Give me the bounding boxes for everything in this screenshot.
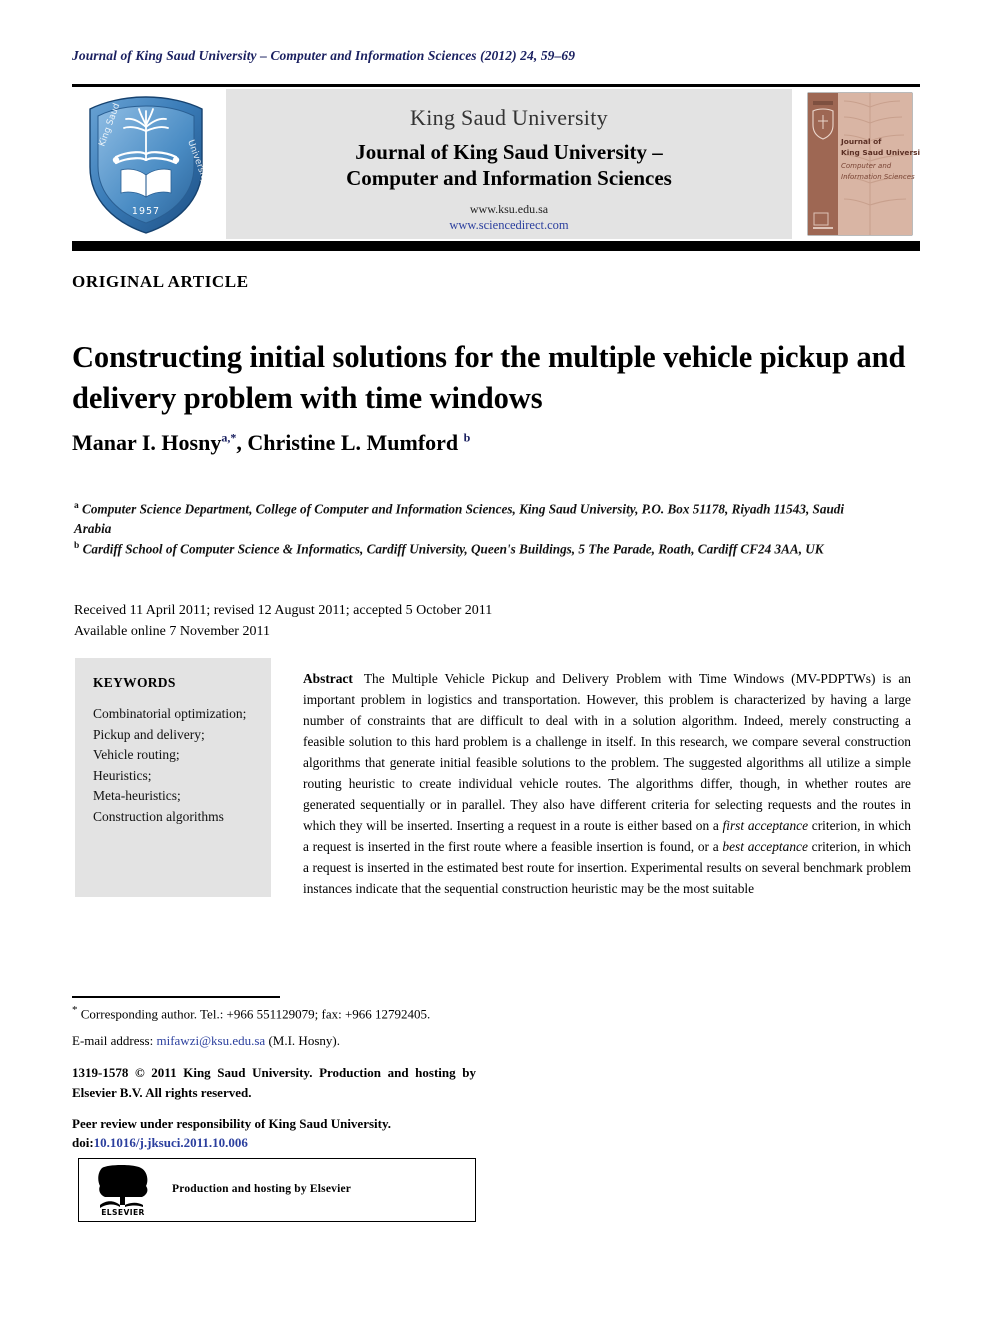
page-title: Constructing initial solutions for the m… [72,340,906,415]
affiliation-mark: b [74,540,80,551]
journal-cover-image: Journal of King Saud University – Comput… [807,92,935,236]
abstract-emphasis-first-acceptance: first acceptance [722,817,809,833]
author-email-link[interactable]: mifawzi@ksu.edu.sa [156,1033,265,1048]
peer-review-note: Peer review under responsibility of King… [72,1115,492,1153]
running-head: Journal of King Saud University – Comput… [72,48,576,63]
affiliation-mark: a [74,501,79,511]
svg-text:1957: 1957 [132,206,160,217]
king-saud-university-shield-icon: King Saud University 1957 [89,96,210,234]
email-owner: (M.I. Hosny). [268,1033,340,1048]
received-revised-accepted-line: Received 11 April 2011; revised 12 Augus… [74,603,493,618]
affiliations: a Computer Science Department, College o… [74,499,864,559]
elsevier-wordmark: ELSEVIER [101,1208,145,1216]
masthead-bottom-rule [72,241,920,251]
issn-copyright-line: 1319-1578 © 2011 King Saud University. P… [72,1065,476,1100]
abstract-emphasis-best-acceptance: best acceptance [722,838,808,854]
elsevier-production-caption: Production and hosting by Elsevier [172,1183,352,1195]
author-separator: , [236,430,248,455]
corresponding-author-mark: * [72,1004,78,1016]
author-affiliation-marks[interactable]: b [464,431,471,445]
doi-line: doi:10.1016/j.jksuci.2011.10.006 [72,1134,492,1153]
author-name: Manar I. Hosny [72,430,222,455]
footnote-separator-rule [72,996,280,998]
keyword-item: Heuristics; [93,767,152,783]
author-list: Manar I. Hosnya,*, Christine L. Mumford … [72,430,922,456]
affiliation-item: a Computer Science Department, College o… [74,499,864,539]
masthead-top-rule [72,84,920,87]
banner-university-name: King Saud University [410,105,608,130]
abstract: Abstract The Multiple Vehicle Pickup and … [303,669,911,900]
elsevier-tree-logo-icon: ELSEVIER [98,1165,148,1216]
keyword-item: Combinatorial optimization; [93,706,247,721]
corresponding-author-text: Corresponding author. Tel.: +966 5511290… [80,1006,431,1022]
banner-journal-title-line1: Journal of King Saud University – [355,140,663,164]
ksu-logo-container: King Saud University 1957 [72,89,220,239]
affiliation-item: b Cardiff School of Computer Science & I… [74,539,864,559]
keyword-item: Vehicle routing; [93,747,180,763]
banner-journal-title: Journal of King Saud University – Comput… [226,140,792,191]
keywords-panel: KEYWORDS Combinatorial optimization; Pic… [75,658,271,897]
author-affiliation-marks[interactable]: a,* [221,431,236,445]
abstract-label: Abstract [303,671,353,686]
keyword-item: Construction algorithms [93,808,224,824]
keyword-item: Meta-heuristics; [93,788,181,804]
article-first-page: Journal of King Saud University – Comput… [0,0,992,1323]
journal-banner: King Saud University Journal of King Sau… [226,89,792,239]
article-type-label: ORIGINAL ARTICLE [72,272,249,291]
keywords-heading: KEYWORDS [93,675,176,690]
sciencedirect-url[interactable]: www.sciencedirect.com [226,218,792,233]
banner-journal-title-line2: Computer and Information Sciences [346,165,672,190]
affiliation-text: Cardiff School of Computer Science & Inf… [82,541,824,557]
svg-text:Information Sciences: Information Sciences [841,173,915,181]
email-label: E-mail address: [72,1033,154,1048]
ksu-website-url[interactable]: www.ksu.edu.sa [226,202,792,217]
abstract-part-1: The Multiple Vehicle Pickup and Delivery… [303,671,911,833]
elsevier-production-box: ELSEVIER Production and hosting by Elsev… [78,1158,476,1222]
svg-text:King Saud University –: King Saud University – [841,148,920,157]
journal-masthead: King Saud University 1957 King Saud Univ… [72,89,935,239]
peer-review-text: Peer review under responsibility of King… [72,1116,392,1131]
article-history: Received 11 April 2011; revised 12 Augus… [74,600,774,643]
svg-text:Computer and: Computer and [841,162,892,170]
email-note: E-mail address: mifawzi@ksu.edu.sa (M.I.… [72,1032,476,1051]
corresponding-author-note: * Corresponding author. Tel.: +966 55112… [72,1003,476,1024]
journal-cover-thumbnail: Journal of King Saud University – Comput… [800,89,935,239]
svg-text:Journal of: Journal of [840,137,882,146]
keywords-list: Combinatorial optimization; Pickup and d… [93,704,257,827]
keyword-item: Pickup and delivery; [93,726,205,742]
available-online-line: Available online 7 November 2011 [74,624,270,640]
author-name: Christine L. Mumford [247,430,459,455]
doi-link[interactable]: 10.1016/j.jksuci.2011.10.006 [94,1135,248,1150]
doi-label: doi: [72,1134,94,1150]
affiliation-text: Computer Science Department, College of … [74,501,845,537]
